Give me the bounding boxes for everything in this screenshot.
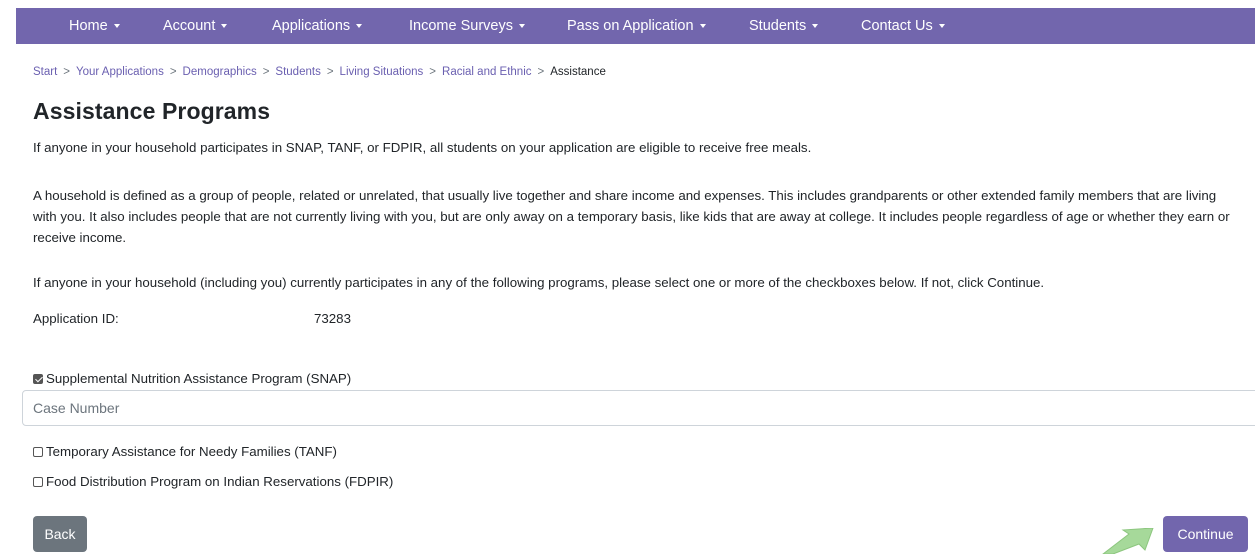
breadcrumb-separator: >: [537, 66, 545, 78]
chevron-down-icon: [812, 24, 819, 28]
breadcrumb: Start > Your Applications > Demographics > Stu…: [33, 66, 606, 78]
nav-home-label: Home: [69, 18, 108, 34]
chevron-down-icon: [113, 24, 120, 28]
instructions-text: If anyone in your household (including y…: [33, 275, 1045, 290]
breadcrumb-separator: >: [63, 66, 71, 78]
breadcrumb-demographics[interactable]: Demographics: [183, 66, 257, 78]
nav-income-surveys-label: Income Surveys: [409, 18, 513, 34]
nav-applications-label: Applications: [272, 18, 351, 34]
chevron-down-icon: [518, 24, 525, 28]
application-id-label: Application ID:: [33, 311, 119, 326]
nav-account[interactable]: Account: [163, 18, 228, 34]
intro-text: If anyone in your household participates…: [33, 140, 812, 155]
breadcrumb-your-applications[interactable]: Your Applications: [76, 66, 164, 78]
case-number-input[interactable]: [22, 390, 1255, 426]
continue-button[interactable]: Continue: [1163, 516, 1248, 552]
tanf-label: Temporary Assistance for Needy Families …: [46, 444, 337, 459]
fdpir-checkbox[interactable]: [33, 476, 43, 487]
fdpir-label: Food Distribution Program on Indian Rese…: [46, 474, 394, 489]
snap-label: Supplemental Nutrition Assistance Progra…: [46, 371, 352, 386]
breadcrumb-students[interactable]: Students: [275, 66, 320, 78]
chevron-down-icon: [221, 24, 228, 28]
breadcrumb-separator: >: [262, 66, 270, 78]
nav-applications[interactable]: Applications: [272, 18, 363, 34]
nav-pass-on-application-label: Pass on Application: [567, 18, 694, 34]
nav-students[interactable]: Students: [749, 18, 819, 34]
household-definition-text: A household is defined as a group of peo…: [33, 188, 1230, 245]
nav-contact-us[interactable]: Contact Us: [861, 18, 945, 34]
fdpir-option[interactable]: Food Distribution Program on Indian Rese…: [33, 474, 393, 489]
nav-pass-on-application[interactable]: Pass on Application: [567, 18, 706, 34]
nav-account-label: Account: [163, 18, 216, 34]
breadcrumb-current: Assistance: [550, 66, 606, 78]
tanf-checkbox[interactable]: [33, 446, 43, 457]
pointer-arrow-icon: [1102, 528, 1154, 554]
tanf-option[interactable]: Temporary Assistance for Needy Families …: [33, 444, 337, 459]
application-id-value: 73283: [314, 311, 351, 326]
nav-contact-us-label: Contact Us: [861, 18, 933, 34]
breadcrumb-living-situations[interactable]: Living Situations: [340, 66, 424, 78]
breadcrumb-separator: >: [169, 66, 177, 78]
nav-income-surveys[interactable]: Income Surveys: [409, 18, 525, 34]
chevron-down-icon: [699, 24, 706, 28]
breadcrumb-separator: >: [429, 66, 437, 78]
snap-checkbox[interactable]: [33, 373, 43, 384]
nav-home[interactable]: Home: [69, 18, 120, 34]
top-navbar: Home Account Applications Income Surveys…: [16, 8, 1255, 44]
page-title: Assistance Programs: [33, 98, 271, 124]
back-button[interactable]: Back: [33, 516, 87, 552]
breadcrumb-racial-and-ethnic[interactable]: Racial and Ethnic: [442, 66, 532, 78]
breadcrumb-start[interactable]: Start: [33, 66, 57, 78]
chevron-down-icon: [938, 24, 945, 28]
nav-students-label: Students: [749, 18, 807, 34]
chevron-down-icon: [356, 24, 363, 28]
breadcrumb-separator: >: [326, 66, 334, 78]
snap-option[interactable]: Supplemental Nutrition Assistance Progra…: [33, 371, 351, 386]
